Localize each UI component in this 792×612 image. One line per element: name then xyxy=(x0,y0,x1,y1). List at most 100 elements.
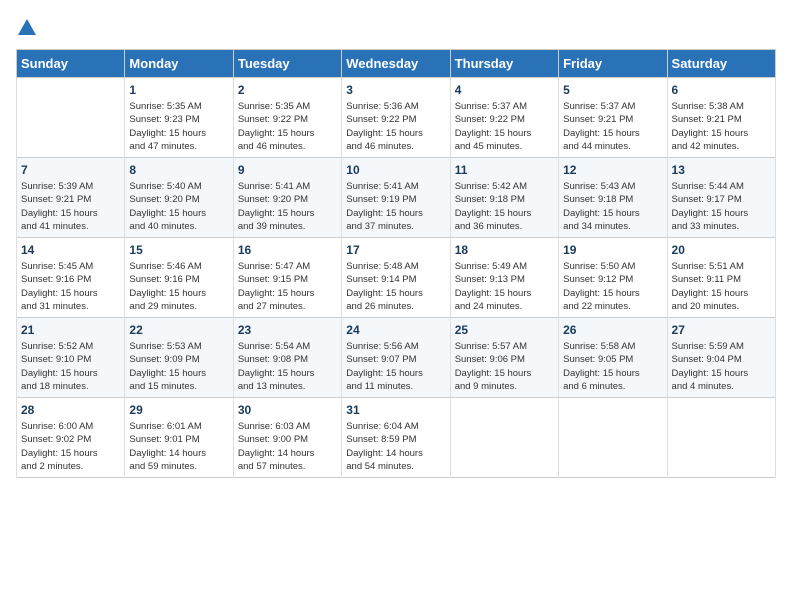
cell-content-line: Daylight: 15 hours xyxy=(563,127,662,140)
cell-content-line: Sunset: 9:18 PM xyxy=(563,193,662,206)
cell-content-line: Daylight: 15 hours xyxy=(238,127,337,140)
day-number: 6 xyxy=(672,82,771,99)
cell-content-line: Sunrise: 5:35 AM xyxy=(238,100,337,113)
day-number: 10 xyxy=(346,162,445,179)
cell-content-line: and 13 minutes. xyxy=(238,380,337,393)
calendar-cell: 27Sunrise: 5:59 AMSunset: 9:04 PMDayligh… xyxy=(667,318,775,398)
calendar-header: SundayMondayTuesdayWednesdayThursdayFrid… xyxy=(17,50,776,78)
cell-content-line: Daylight: 15 hours xyxy=(238,287,337,300)
weekday-header: Friday xyxy=(559,50,667,78)
cell-content-line: Sunrise: 5:35 AM xyxy=(129,100,228,113)
day-number: 11 xyxy=(455,162,554,179)
cell-content-line: Sunrise: 5:58 AM xyxy=(563,340,662,353)
cell-content-line: Daylight: 15 hours xyxy=(455,367,554,380)
cell-content-line: Daylight: 15 hours xyxy=(455,207,554,220)
logo xyxy=(16,16,38,39)
calendar-cell: 6Sunrise: 5:38 AMSunset: 9:21 PMDaylight… xyxy=(667,78,775,158)
cell-content-line: Daylight: 14 hours xyxy=(129,447,228,460)
cell-content-line: Sunrise: 5:51 AM xyxy=(672,260,771,273)
cell-content-line: Daylight: 15 hours xyxy=(21,287,120,300)
cell-content-line: and 36 minutes. xyxy=(455,220,554,233)
calendar-cell: 7Sunrise: 5:39 AMSunset: 9:21 PMDaylight… xyxy=(17,158,125,238)
calendar-cell: 30Sunrise: 6:03 AMSunset: 9:00 PMDayligh… xyxy=(233,398,341,478)
cell-content-line: Sunset: 9:00 PM xyxy=(238,433,337,446)
cell-content-line: Sunrise: 5:45 AM xyxy=(21,260,120,273)
cell-content-line: Sunset: 9:17 PM xyxy=(672,193,771,206)
calendar-week-row: 21Sunrise: 5:52 AMSunset: 9:10 PMDayligh… xyxy=(17,318,776,398)
cell-content-line: Daylight: 15 hours xyxy=(672,207,771,220)
cell-content-line: Daylight: 15 hours xyxy=(129,207,228,220)
day-number: 28 xyxy=(21,402,120,419)
cell-content-line: Sunset: 9:06 PM xyxy=(455,353,554,366)
cell-content-line: Sunrise: 5:54 AM xyxy=(238,340,337,353)
cell-content-line: Sunset: 9:08 PM xyxy=(238,353,337,366)
calendar-cell: 5Sunrise: 5:37 AMSunset: 9:21 PMDaylight… xyxy=(559,78,667,158)
cell-content-line: Sunset: 9:19 PM xyxy=(346,193,445,206)
cell-content-line: and 40 minutes. xyxy=(129,220,228,233)
cell-content-line: and 20 minutes. xyxy=(672,300,771,313)
cell-content-line: and 37 minutes. xyxy=(346,220,445,233)
cell-content-line: Sunrise: 5:53 AM xyxy=(129,340,228,353)
cell-content-line: and 2 minutes. xyxy=(21,460,120,473)
cell-content-line: and 46 minutes. xyxy=(346,140,445,153)
calendar-cell: 25Sunrise: 5:57 AMSunset: 9:06 PMDayligh… xyxy=(450,318,558,398)
day-number: 17 xyxy=(346,242,445,259)
cell-content-line: Sunset: 9:05 PM xyxy=(563,353,662,366)
day-number: 23 xyxy=(238,322,337,339)
cell-content-line: Sunset: 9:16 PM xyxy=(129,273,228,286)
cell-content-line: Sunset: 9:22 PM xyxy=(238,113,337,126)
calendar-cell xyxy=(450,398,558,478)
cell-content-line: and 29 minutes. xyxy=(129,300,228,313)
cell-content-line: and 54 minutes. xyxy=(346,460,445,473)
day-number: 21 xyxy=(21,322,120,339)
calendar-cell: 4Sunrise: 5:37 AMSunset: 9:22 PMDaylight… xyxy=(450,78,558,158)
cell-content-line: Sunset: 9:09 PM xyxy=(129,353,228,366)
cell-content-line: Sunrise: 5:40 AM xyxy=(129,180,228,193)
calendar-week-row: 1Sunrise: 5:35 AMSunset: 9:23 PMDaylight… xyxy=(17,78,776,158)
cell-content-line: Sunrise: 5:36 AM xyxy=(346,100,445,113)
cell-content-line: and 9 minutes. xyxy=(455,380,554,393)
cell-content-line: Sunset: 9:10 PM xyxy=(21,353,120,366)
cell-content-line: Daylight: 15 hours xyxy=(21,207,120,220)
cell-content-line: Daylight: 15 hours xyxy=(563,207,662,220)
cell-content-line: Sunset: 9:20 PM xyxy=(129,193,228,206)
calendar-cell: 13Sunrise: 5:44 AMSunset: 9:17 PMDayligh… xyxy=(667,158,775,238)
day-number: 14 xyxy=(21,242,120,259)
cell-content-line: Daylight: 15 hours xyxy=(672,127,771,140)
calendar-week-row: 14Sunrise: 5:45 AMSunset: 9:16 PMDayligh… xyxy=(17,238,776,318)
day-number: 1 xyxy=(129,82,228,99)
calendar-cell xyxy=(667,398,775,478)
calendar-cell: 2Sunrise: 5:35 AMSunset: 9:22 PMDaylight… xyxy=(233,78,341,158)
weekday-header: Monday xyxy=(125,50,233,78)
cell-content-line: and 46 minutes. xyxy=(238,140,337,153)
day-number: 27 xyxy=(672,322,771,339)
cell-content-line: Sunrise: 5:50 AM xyxy=(563,260,662,273)
calendar-cell: 8Sunrise: 5:40 AMSunset: 9:20 PMDaylight… xyxy=(125,158,233,238)
cell-content-line: and 41 minutes. xyxy=(21,220,120,233)
calendar-cell: 16Sunrise: 5:47 AMSunset: 9:15 PMDayligh… xyxy=(233,238,341,318)
calendar-cell: 15Sunrise: 5:46 AMSunset: 9:16 PMDayligh… xyxy=(125,238,233,318)
cell-content-line: Daylight: 15 hours xyxy=(346,287,445,300)
calendar-cell: 21Sunrise: 5:52 AMSunset: 9:10 PMDayligh… xyxy=(17,318,125,398)
calendar-cell: 23Sunrise: 5:54 AMSunset: 9:08 PMDayligh… xyxy=(233,318,341,398)
cell-content-line: Sunrise: 5:42 AM xyxy=(455,180,554,193)
calendar-cell: 17Sunrise: 5:48 AMSunset: 9:14 PMDayligh… xyxy=(342,238,450,318)
cell-content-line: Daylight: 15 hours xyxy=(238,207,337,220)
calendar-cell xyxy=(559,398,667,478)
cell-content-line: Sunset: 9:04 PM xyxy=(672,353,771,366)
weekday-header: Thursday xyxy=(450,50,558,78)
day-number: 16 xyxy=(238,242,337,259)
cell-content-line: Daylight: 15 hours xyxy=(346,367,445,380)
cell-content-line: and 22 minutes. xyxy=(563,300,662,313)
cell-content-line: Daylight: 15 hours xyxy=(672,367,771,380)
cell-content-line: Sunrise: 5:46 AM xyxy=(129,260,228,273)
cell-content-line: Sunset: 9:23 PM xyxy=(129,113,228,126)
cell-content-line: Daylight: 15 hours xyxy=(129,287,228,300)
cell-content-line: Sunset: 9:22 PM xyxy=(455,113,554,126)
calendar-cell: 3Sunrise: 5:36 AMSunset: 9:22 PMDaylight… xyxy=(342,78,450,158)
day-number: 12 xyxy=(563,162,662,179)
cell-content-line: Daylight: 15 hours xyxy=(346,127,445,140)
weekday-header: Sunday xyxy=(17,50,125,78)
cell-content-line: Daylight: 15 hours xyxy=(21,367,120,380)
cell-content-line: Sunrise: 5:43 AM xyxy=(563,180,662,193)
